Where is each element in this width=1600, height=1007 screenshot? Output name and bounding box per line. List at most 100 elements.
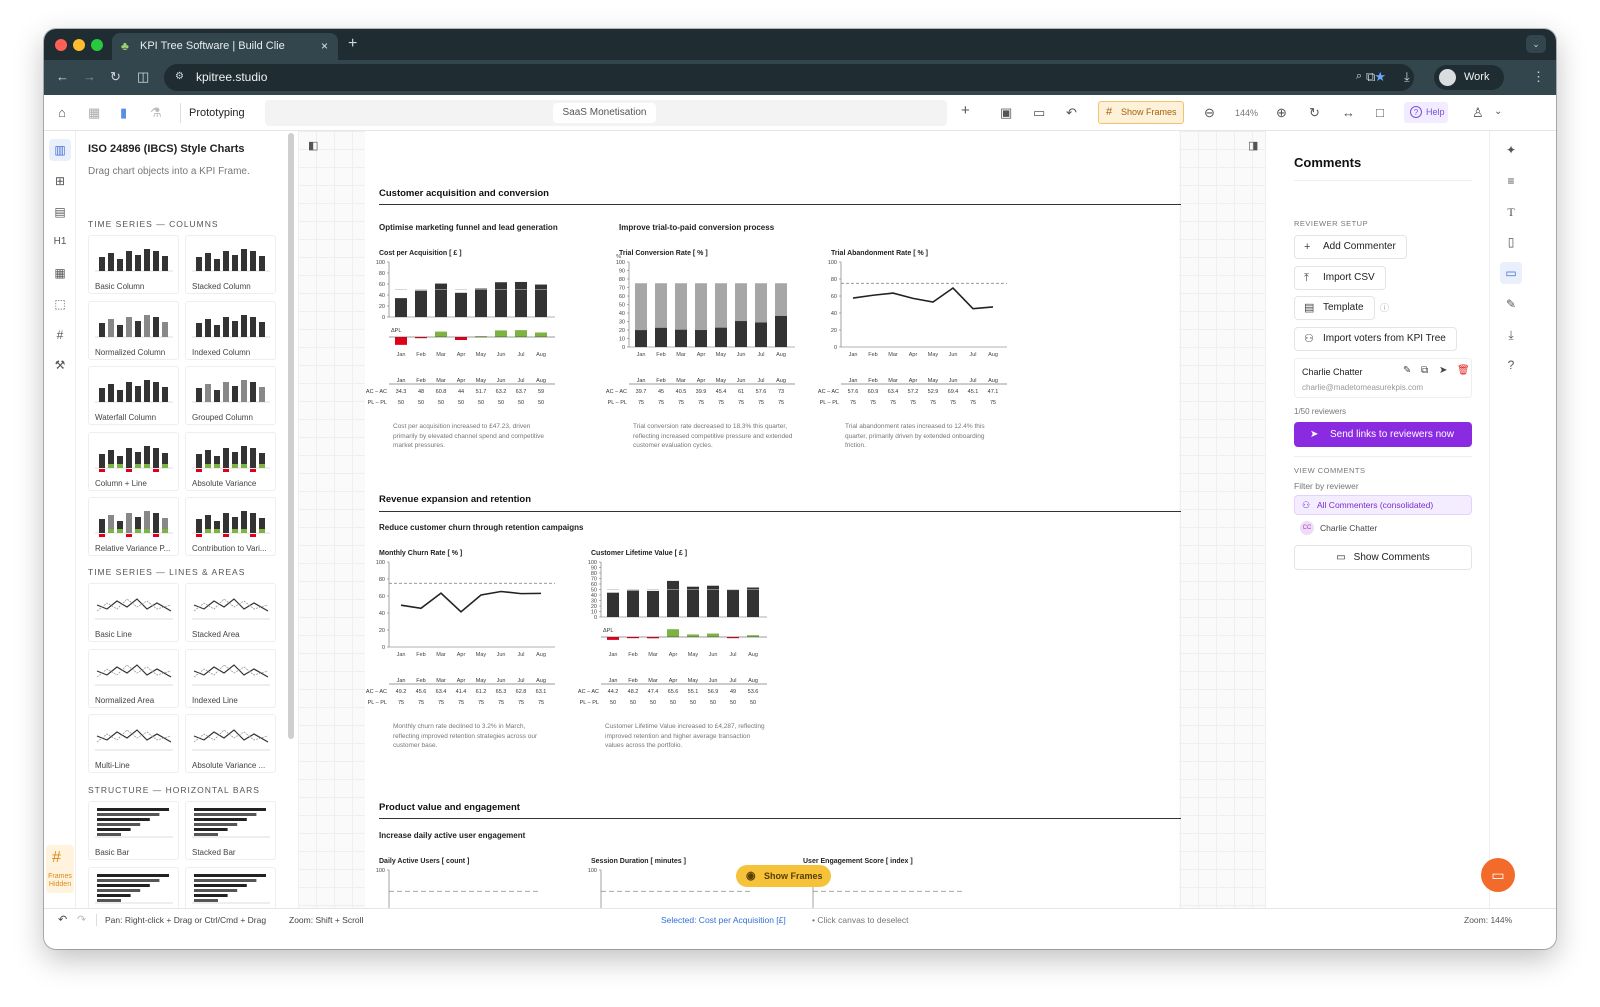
- home-icon[interactable]: ⌂: [58, 105, 66, 120]
- workspace-label[interactable]: Prototyping: [180, 103, 245, 123]
- open-folder-icon[interactable]: ▭: [1033, 105, 1045, 121]
- bookmark-star-icon[interactable]: ★: [1374, 69, 1386, 85]
- chart-template-card[interactable]: Indexed Line: [185, 648, 276, 708]
- close-window-button[interactable]: [55, 39, 67, 51]
- sidebar-toggle-icon[interactable]: ◫: [137, 69, 149, 85]
- extensions-icon[interactable]: ⧉: [1366, 69, 1375, 85]
- back-arrow-icon[interactable]: ←: [56, 69, 69, 84]
- sparkle-icon[interactable]: ✦: [1500, 139, 1522, 161]
- chart-plot[interactable]: 0 20 40 60 80 100 Jan Feb Mar Apr May Jun Jul Aug Jan F…: [818, 259, 1007, 449]
- minimize-window-button[interactable]: [73, 39, 85, 51]
- status-undo-icon[interactable]: ↶: [58, 909, 67, 931]
- reviewer-filter-item[interactable]: Charlie Chatter: [1320, 523, 1377, 533]
- import-voters-button[interactable]: ⚇ Import voters from KPI Tree: [1294, 327, 1457, 351]
- chart-template-card[interactable]: Basic Bar: [88, 801, 179, 860]
- maximize-window-button[interactable]: [91, 39, 103, 51]
- help-circle-icon[interactable]: ?: [1500, 354, 1522, 376]
- delete-trash-icon[interactable]: 🗑: [1457, 365, 1470, 376]
- reload-icon[interactable]: ↻: [110, 69, 121, 85]
- zoom-magnifier-icon[interactable]: ⌕: [1356, 70, 1362, 83]
- copy-icon[interactable]: ⧉: [1421, 365, 1428, 376]
- wrench-icon[interactable]: ⚒: [49, 354, 71, 376]
- browser-tab[interactable]: ♣ KPI Tree Software | Build Clie ×: [112, 33, 338, 60]
- show-comments-button[interactable]: ▭ Show Comments: [1294, 545, 1472, 570]
- show-frames-button[interactable]: # Show Frames: [1098, 101, 1184, 124]
- chart-template-card[interactable]: Stacked Column: [185, 235, 276, 294]
- import-csv-button[interactable]: ⤒ Import CSV: [1294, 266, 1386, 290]
- chart-template-card[interactable]: Grouped Column: [185, 366, 276, 425]
- chart-plot[interactable]: 0 10 20 30 40 50 60 70 80 90 100% Jan Feb Mar Apr May Ju…: [606, 254, 795, 449]
- text-icon[interactable]: T: [1500, 201, 1522, 223]
- fit-width-icon[interactable]: ↔: [1342, 105, 1355, 120]
- library-scrollbar[interactable]: [288, 133, 294, 739]
- hash-frame-icon[interactable]: #: [49, 324, 71, 346]
- table-icon[interactable]: ⊞: [49, 170, 71, 192]
- chart-template-card[interactable]: Absolute Variance ...: [185, 714, 276, 773]
- browser-menu-icon[interactable]: ⋮: [1532, 69, 1545, 85]
- chart-plot[interactable]: 0 20 40 60 80 100 Jan Feb Mar Apr May Jun Jul Aug Jan F…: [366, 559, 555, 749]
- comment-box-icon[interactable]: ▤: [49, 201, 71, 223]
- save-icon[interactable]: ▣: [1000, 105, 1012, 121]
- template-button[interactable]: ▤ Template: [1294, 296, 1375, 320]
- template-info-icon[interactable]: ⓘ: [1380, 301, 1389, 314]
- chart-template-card[interactable]: Normalized Bar: [88, 866, 179, 908]
- chart-template-card[interactable]: Multi-Line: [88, 714, 179, 773]
- user-menu-chevron-icon[interactable]: ⌄: [1494, 106, 1502, 117]
- heading-icon[interactable]: H1: [49, 231, 71, 253]
- add-icon[interactable]: +: [961, 102, 970, 119]
- chart-template-card[interactable]: Column + Line: [88, 431, 179, 491]
- canvas[interactable]: ◧ ◨ Customer acquisition and conversion R…: [298, 131, 1265, 908]
- all-commenters-filter[interactable]: ⚇ All Commenters (consolidated): [1294, 495, 1472, 515]
- profile-button[interactable]: Work: [1434, 65, 1504, 90]
- chart-plot[interactable]: 100: [367, 867, 553, 908]
- document-title[interactable]: SaaS Monetisation: [553, 103, 656, 123]
- chart-template-card[interactable]: Basic Column: [88, 235, 179, 294]
- chart-template-card[interactable]: Indexed Column: [185, 300, 276, 360]
- grid-icon[interactable]: ▦: [49, 262, 71, 284]
- bar-chart-logo-icon[interactable]: ▮: [120, 105, 127, 121]
- url-field[interactable]: ⚙ kpitree.studio ⌕ ★: [164, 64, 1414, 91]
- zoom-in-icon[interactable]: ⊕: [1276, 105, 1287, 121]
- reset-rotate-icon[interactable]: ↻: [1309, 105, 1320, 121]
- status-redo-icon[interactable]: ↷: [77, 909, 86, 931]
- sliders-icon[interactable]: ≡: [1500, 170, 1522, 192]
- show-frames-floating-button[interactable]: ◉ Show Frames: [736, 865, 831, 887]
- chart-template-card[interactable]: Basic Line: [88, 583, 179, 642]
- tab-menu-chevron-icon[interactable]: ⌄: [1526, 35, 1546, 53]
- user-icon[interactable]: ♙: [1472, 105, 1484, 121]
- dotted-frame-icon[interactable]: ⬚: [49, 293, 71, 315]
- chat-fab-button[interactable]: ▭: [1481, 858, 1515, 892]
- chart-template-card[interactable]: Indexed Bar: [185, 866, 276, 908]
- forward-arrow-icon[interactable]: →: [83, 69, 96, 84]
- chart-plot[interactable]: 0102030405060708090100ΔPLJan Feb Mar Apr May…: [578, 559, 767, 749]
- chart-plot[interactable]: 0 20 40 60 80 100 ΔPL Jan Feb Mar Apr May Jun Jul Aug J…: [366, 259, 555, 449]
- send-icon[interactable]: ➤: [1439, 365, 1447, 376]
- site-settings-icon[interactable]: ⚙: [175, 71, 184, 82]
- book-icon[interactable]: ▯: [1500, 231, 1522, 253]
- collapse-right-panel-icon[interactable]: ◨: [1248, 139, 1258, 152]
- chart-template-card[interactable]: Absolute Variance: [185, 431, 276, 491]
- chart-template-card[interactable]: Stacked Area: [185, 583, 276, 642]
- fit-page-icon[interactable]: □: [1376, 105, 1384, 120]
- flask-icon[interactable]: ⚗: [150, 105, 162, 121]
- charts-icon[interactable]: ▥: [49, 139, 71, 161]
- chart-template-card[interactable]: Contribution to Vari...: [185, 497, 276, 556]
- chart-template-card[interactable]: Relative Variance P...: [88, 497, 179, 556]
- comments-icon[interactable]: ▭: [1500, 262, 1522, 284]
- send-links-button[interactable]: ➤ Send links to reviewers now: [1294, 422, 1472, 447]
- collapse-left-panel-icon[interactable]: ◧: [308, 139, 318, 152]
- zoom-out-icon[interactable]: ⊖: [1204, 105, 1215, 121]
- download-icon[interactable]: ⤓: [1404, 69, 1410, 85]
- edit-pencil-icon[interactable]: ✎: [1403, 365, 1411, 376]
- notes-icon[interactable]: ✎: [1500, 293, 1522, 315]
- help-button[interactable]: ? Help: [1404, 102, 1448, 123]
- add-commenter-button[interactable]: + Add Commenter: [1294, 235, 1407, 259]
- chart-template-card[interactable]: Waterfall Column: [88, 366, 179, 425]
- frames-hidden-toggle[interactable]: # Frames Hidden: [46, 845, 74, 893]
- new-tab-button[interactable]: +: [348, 33, 357, 55]
- chart-template-card[interactable]: Normalized Area: [88, 648, 179, 708]
- chart-template-card[interactable]: Normalized Column: [88, 300, 179, 360]
- download-icon[interactable]: ⤓: [1500, 324, 1522, 346]
- tab-close-icon[interactable]: ×: [321, 33, 328, 60]
- undo-icon[interactable]: ↶: [1066, 105, 1077, 121]
